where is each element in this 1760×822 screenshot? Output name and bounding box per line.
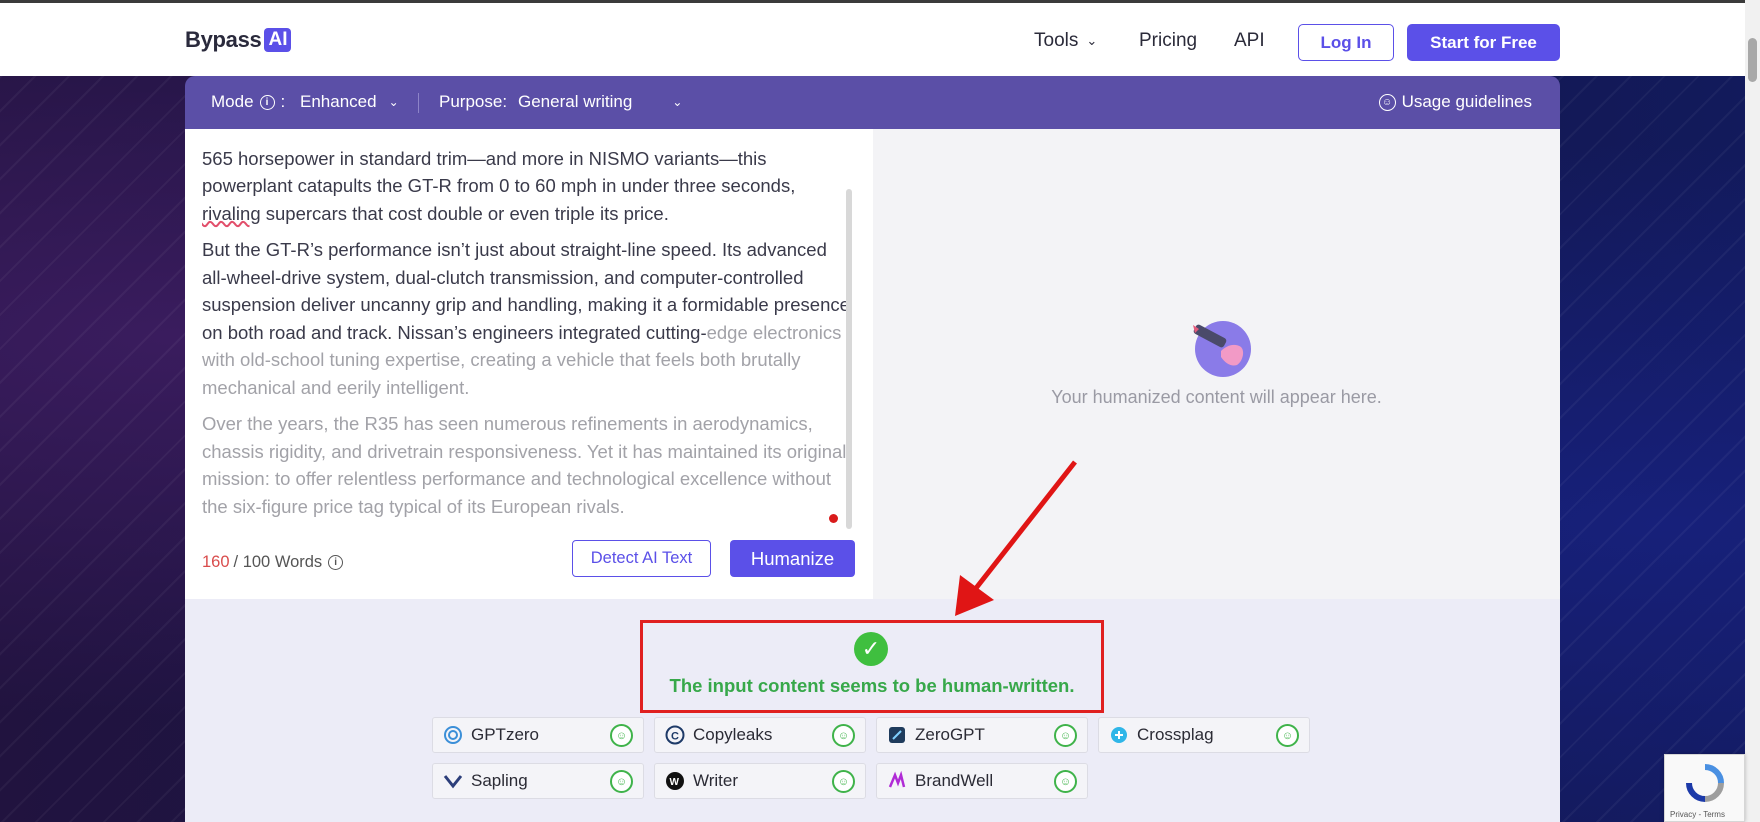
recaptcha-links[interactable]: Privacy - Terms (1670, 810, 1725, 819)
recaptcha-icon (1686, 764, 1724, 802)
annotation-arrow (955, 460, 1077, 616)
recaptcha-badge[interactable]: Privacy - Terms (1664, 754, 1745, 822)
